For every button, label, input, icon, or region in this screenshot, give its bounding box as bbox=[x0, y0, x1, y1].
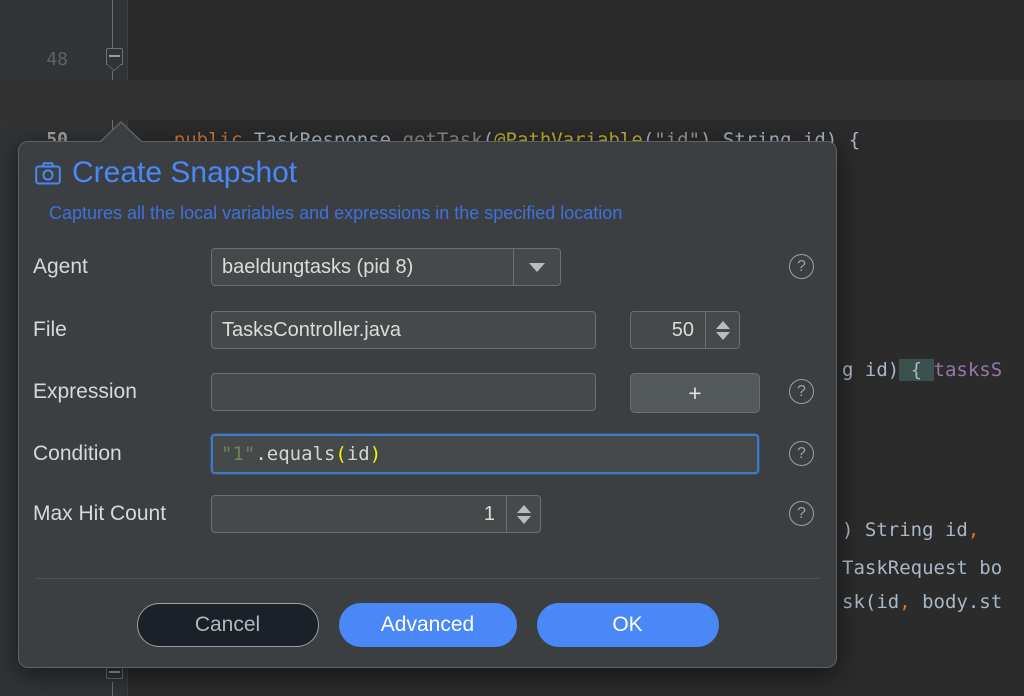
file-input[interactable]: TasksController.java bbox=[211, 311, 596, 349]
create-snapshot-dialog: Create Snapshot Captures all the local v… bbox=[18, 121, 837, 668]
agent-help-icon[interactable]: ? bbox=[789, 254, 814, 279]
max-hit-count-row: Max Hit Count 1 ? bbox=[19, 494, 836, 534]
condition-input[interactable]: "1".equals(id) bbox=[211, 434, 759, 474]
agent-label: Agent bbox=[33, 255, 88, 278]
footer-divider bbox=[35, 578, 820, 579]
max-hit-count-value: 1 bbox=[483, 502, 495, 525]
agent-select[interactable]: baeldungtasks (pid 8) bbox=[211, 248, 561, 286]
up-down-arrows-icon[interactable] bbox=[705, 312, 739, 348]
dialog-header: Create Snapshot bbox=[35, 156, 297, 190]
dialog-subtitle: Captures all the local variables and exp… bbox=[49, 203, 623, 223]
agent-select-value: baeldungtasks (pid 8) bbox=[222, 255, 414, 278]
code-line[interactable]: 49 public TaskResponse getTask(@PathVari… bbox=[0, 40, 1024, 151]
code-text: g id) { tasksS bbox=[842, 359, 1003, 381]
code-fold-collapse-icon[interactable] bbox=[104, 48, 124, 72]
screen: 48 @GetMapping("/{id}") 49 public TaskRe… bbox=[0, 0, 1024, 696]
file-label: File bbox=[33, 318, 67, 341]
line-number-value: 50 bbox=[671, 318, 694, 341]
line-number-stepper[interactable]: 50 bbox=[630, 311, 740, 349]
code-line[interactable]: 48 @GetMapping("/{id}") bbox=[0, 0, 1024, 111]
dialog-footer: Cancel Advanced OK bbox=[19, 603, 836, 647]
condition-label: Condition bbox=[33, 442, 122, 465]
cancel-button[interactable]: Cancel bbox=[136, 603, 319, 647]
file-row: File TasksController.java 50 bbox=[19, 310, 836, 350]
condition-row: Condition "1".equals(id) ? bbox=[19, 434, 836, 474]
condition-help-icon[interactable]: ? bbox=[789, 441, 814, 466]
up-down-arrows-icon[interactable] bbox=[506, 496, 540, 532]
camera-icon bbox=[35, 161, 61, 185]
code-text: sk(id, body.st bbox=[842, 591, 1003, 613]
max-hit-count-stepper[interactable]: 1 bbox=[211, 495, 541, 533]
max-hit-count-help-icon[interactable]: ? bbox=[789, 501, 814, 526]
chevron-down-icon[interactable] bbox=[513, 249, 560, 285]
expression-row: Expression + ? bbox=[19, 372, 836, 413]
expression-help-icon[interactable]: ? bbox=[789, 379, 814, 404]
code-line-current[interactable]: 50 var task : TaskRecord = tasksService.… bbox=[0, 80, 1024, 191]
advanced-button[interactable]: Advanced bbox=[338, 603, 517, 647]
fold-region-line bbox=[112, 682, 113, 696]
file-input-value: TasksController.java bbox=[222, 318, 401, 341]
dialog-pointer bbox=[101, 123, 141, 142]
expression-input[interactable] bbox=[211, 373, 596, 411]
expression-label: Expression bbox=[33, 380, 137, 403]
dialog-title: Create Snapshot bbox=[72, 156, 298, 189]
add-expression-button[interactable]: + bbox=[630, 373, 760, 413]
fold-region-line bbox=[112, 0, 113, 48]
max-hit-count-label: Max Hit Count bbox=[33, 502, 167, 525]
ok-button[interactable]: OK bbox=[536, 603, 719, 647]
agent-row: Agent baeldungtasks (pid 8) ? bbox=[19, 247, 836, 287]
condition-input-value: "1".equals(id) bbox=[221, 443, 382, 465]
